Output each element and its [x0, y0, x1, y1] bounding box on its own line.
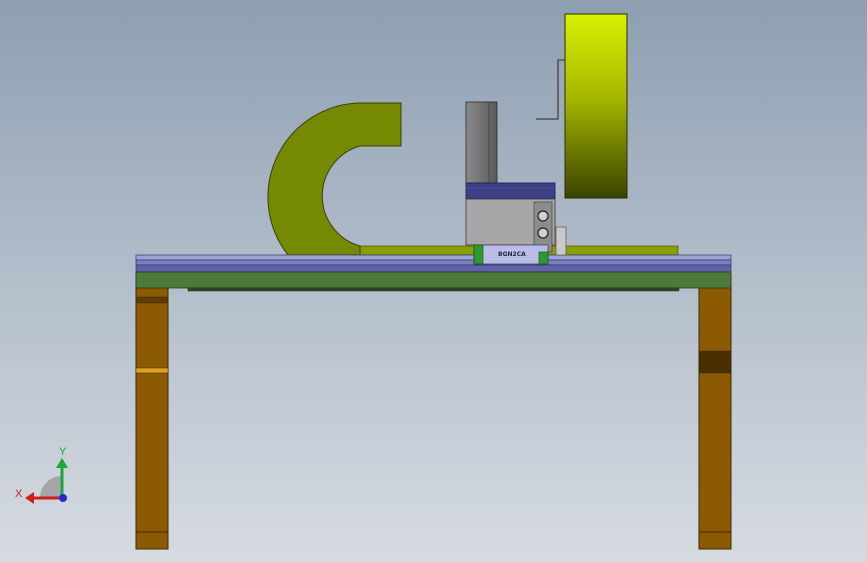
carriage-column[interactable]	[465, 101, 498, 185]
c-frame[interactable]	[267, 102, 402, 256]
assembly-scene[interactable]: BGN2CA Y X	[0, 0, 867, 562]
graphics-viewport[interactable]: BGN2CA Y X	[0, 0, 867, 562]
right-leg[interactable]	[698, 274, 732, 550]
hand-wheel[interactable]	[564, 13, 628, 199]
y-axis-label: Y	[59, 446, 67, 458]
x-axis-label: X	[15, 488, 23, 500]
crank-handle[interactable]	[536, 59, 565, 120]
z-axis-dot-icon	[59, 494, 67, 502]
rail-block-left	[473, 244, 484, 265]
part-label: BGN2CA	[498, 251, 526, 258]
coordinate-triad: Y X	[15, 446, 68, 504]
rail-block-right	[538, 251, 549, 265]
left-leg[interactable]	[135, 274, 169, 550]
carriage-top-plate[interactable]	[465, 182, 556, 200]
machine-bed[interactable]	[135, 254, 732, 292]
carriage-base[interactable]: BGN2CA	[473, 244, 549, 265]
triad-plane-icon	[40, 476, 62, 498]
